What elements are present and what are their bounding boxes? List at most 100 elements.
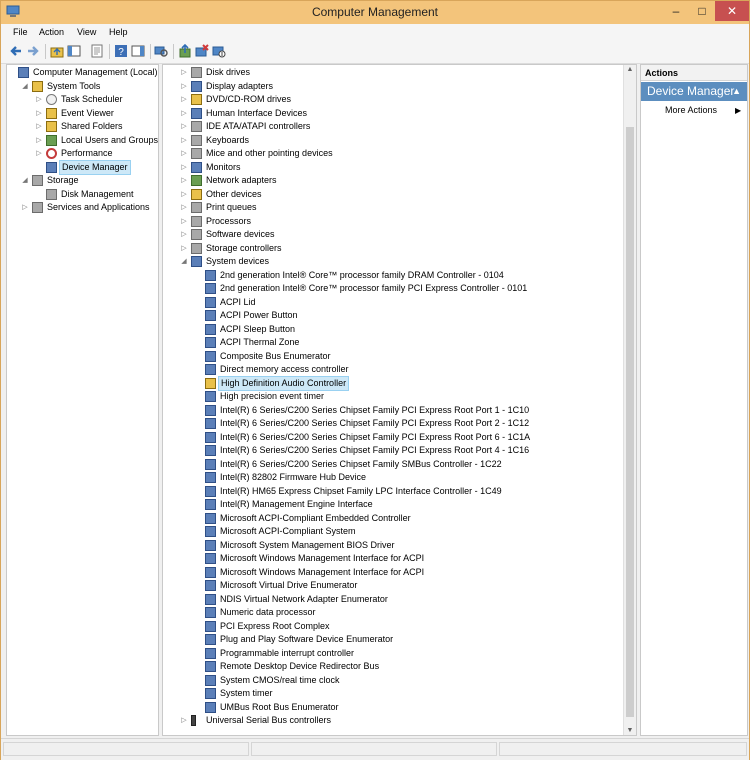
menu-file[interactable]: File <box>13 27 28 37</box>
scan-hardware-icon[interactable] <box>154 44 168 58</box>
expander-icon[interactable]: ▷ <box>180 201 188 214</box>
expander-icon[interactable]: ▷ <box>180 134 188 147</box>
up-folder-icon[interactable] <box>50 44 64 58</box>
device-tree-item[interactable]: 2nd generation Intel® Core™ processor fa… <box>163 282 623 295</box>
device-tree-item[interactable]: Intel(R) 82802 Firmware Hub Device <box>163 471 623 484</box>
device-tree-item[interactable]: ▷ Mice and other pointing devices <box>163 147 623 160</box>
device-tree-item[interactable]: Remote Desktop Device Redirector Bus <box>163 660 623 673</box>
expander-icon[interactable]: ▷ <box>35 107 43 120</box>
device-tree-item[interactable]: Intel(R) 6 Series/C200 Series Chipset Fa… <box>163 458 623 471</box>
console-tree-item[interactable]: Computer Management (Local) <box>7 66 158 79</box>
device-tree-item[interactable]: ▷ Monitors <box>163 161 623 174</box>
expander-icon[interactable]: ▷ <box>180 120 188 133</box>
device-tree-item[interactable]: High Definition Audio Controller <box>163 375 623 391</box>
expander-icon[interactable]: ▷ <box>180 714 188 727</box>
console-tree-item[interactable]: ◢ System Tools <box>7 80 157 93</box>
expander-icon[interactable]: ▷ <box>35 147 43 160</box>
expander-icon[interactable]: ▷ <box>180 147 188 160</box>
device-tree-item[interactable]: ▷ Display adapters <box>163 80 623 93</box>
expander-icon[interactable]: ▷ <box>180 215 188 228</box>
device-tree-item[interactable]: ACPI Sleep Button <box>163 323 623 336</box>
console-tree-item[interactable]: ◢ Storage <box>7 174 157 187</box>
expander-icon[interactable]: ▷ <box>180 188 188 201</box>
close-button[interactable]: ✕ <box>715 1 749 21</box>
device-tree-item[interactable]: ▷ Print queues <box>163 201 623 214</box>
device-tree-item[interactable]: ▷ Keyboards <box>163 134 623 147</box>
device-tree-item[interactable]: ▷ Processors <box>163 215 623 228</box>
menu-view[interactable]: View <box>77 27 96 37</box>
device-tree-item[interactable]: ▷ Other devices <box>163 188 623 201</box>
device-tree-item[interactable]: Programmable interrupt controller <box>163 647 623 660</box>
device-tree-item[interactable]: Microsoft ACPI-Compliant System <box>163 525 623 538</box>
device-tree-item[interactable]: Microsoft System Management BIOS Driver <box>163 539 623 552</box>
device-tree-item[interactable]: ACPI Thermal Zone <box>163 336 623 349</box>
device-tree-item[interactable]: UMBus Root Bus Enumerator <box>163 701 623 714</box>
expander-icon[interactable]: ▷ <box>21 201 29 214</box>
device-tree-item[interactable]: Microsoft Windows Management Interface f… <box>163 552 623 565</box>
console-tree-item[interactable]: ▷ Task Scheduler <box>7 93 157 106</box>
device-tree-item[interactable]: High precision event timer <box>163 390 623 403</box>
console-tree-item[interactable]: ▷ Shared Folders <box>7 120 157 133</box>
console-tree-item[interactable]: ▷ Performance <box>7 147 157 160</box>
expander-icon[interactable]: ▷ <box>35 93 43 106</box>
device-tree-item[interactable]: ACPI Lid <box>163 296 623 309</box>
expander-icon[interactable]: ▷ <box>180 66 188 79</box>
update-driver-icon[interactable] <box>178 44 192 58</box>
device-tree-item[interactable]: Numeric data processor <box>163 606 623 619</box>
scroll-up-icon[interactable]: ▲ <box>624 66 636 73</box>
device-tree-item[interactable]: Plug and Play Software Device Enumerator <box>163 633 623 646</box>
device-tree-item[interactable]: ▷ DVD/CD-ROM drives <box>163 93 623 106</box>
console-tree-item[interactable]: Disk Management <box>7 188 157 201</box>
device-tree-item[interactable]: Intel(R) Management Engine Interface <box>163 498 623 511</box>
console-tree-item[interactable]: ▷ Local Users and Groups <box>7 134 158 147</box>
minimize-button[interactable]: – <box>663 1 689 21</box>
device-tree-item[interactable]: Intel(R) 6 Series/C200 Series Chipset Fa… <box>163 444 623 457</box>
device-tree-item[interactable]: System timer <box>163 687 623 700</box>
expander-icon[interactable]: ▷ <box>35 120 43 133</box>
device-manager-action-section[interactable]: Device Manager ▲ <box>641 82 747 101</box>
expander-icon[interactable]: ▷ <box>35 134 43 147</box>
device-tree-item[interactable]: Direct memory access controller <box>163 363 623 376</box>
device-tree-item[interactable]: Microsoft Windows Management Interface f… <box>163 566 623 579</box>
device-tree-item[interactable]: PCI Express Root Complex <box>163 620 623 633</box>
device-tree-item[interactable]: Intel(R) 6 Series/C200 Series Chipset Fa… <box>163 417 623 430</box>
expander-icon[interactable]: ▷ <box>180 242 188 255</box>
expander-icon[interactable]: ▷ <box>180 107 188 120</box>
device-tree-item[interactable]: Composite Bus Enumerator <box>163 350 623 363</box>
console-tree-item[interactable]: Device Manager <box>7 159 157 175</box>
collapse-caret-icon[interactable]: ▲ <box>732 82 741 101</box>
device-tree-item[interactable]: ◢ System devices <box>163 255 623 268</box>
expander-icon[interactable]: ◢ <box>180 255 188 268</box>
disable-device-icon[interactable] <box>212 44 226 58</box>
menu-help[interactable]: Help <box>109 27 128 37</box>
device-tree-item[interactable]: ▷ Universal Serial Bus controllers <box>163 714 623 727</box>
vertical-scrollbar[interactable]: ▲ ▼ <box>623 65 636 735</box>
properties-icon[interactable] <box>90 44 104 58</box>
console-tree-item[interactable]: ▷ Services and Applications <box>7 201 157 214</box>
show-hide-action-pane-icon[interactable] <box>131 44 145 58</box>
device-tree-item[interactable]: ▷ Disk drives <box>163 66 623 79</box>
device-tree-item[interactable]: NDIS Virtual Network Adapter Enumerator <box>163 593 623 606</box>
uninstall-device-icon[interactable] <box>195 44 209 58</box>
more-actions-item[interactable]: More Actions ▶ <box>665 104 741 117</box>
expander-icon[interactable]: ▷ <box>180 161 188 174</box>
device-tree-item[interactable]: ▷ Storage controllers <box>163 242 623 255</box>
console-tree-item[interactable]: ▷ Event Viewer <box>7 107 157 120</box>
device-tree-item[interactable]: 2nd generation Intel® Core™ processor fa… <box>163 269 623 282</box>
device-tree-item[interactable]: Intel(R) 6 Series/C200 Series Chipset Fa… <box>163 431 623 444</box>
show-hide-tree-icon[interactable] <box>67 44 81 58</box>
device-tree-item[interactable]: Intel(R) HM65 Express Chipset Family LPC… <box>163 485 623 498</box>
help-icon[interactable]: ? <box>114 44 128 58</box>
device-tree-item[interactable]: ▷ IDE ATA/ATAPI controllers <box>163 120 623 133</box>
expander-icon[interactable]: ▷ <box>180 80 188 93</box>
expander-icon[interactable]: ▷ <box>180 174 188 187</box>
device-tree-item[interactable]: ACPI Power Button <box>163 309 623 322</box>
scrollbar-thumb[interactable] <box>626 127 634 717</box>
title-bar[interactable]: Computer Management – □ ✕ <box>1 1 749 24</box>
device-tree-item[interactable]: ▷ Software devices <box>163 228 623 241</box>
device-tree-item[interactable]: ▷ Network adapters <box>163 174 623 187</box>
device-tree-item[interactable]: System CMOS/real time clock <box>163 674 623 687</box>
expander-icon[interactable]: ◢ <box>21 174 29 187</box>
scroll-down-icon[interactable]: ▼ <box>624 727 636 734</box>
device-tree-item[interactable]: Microsoft Virtual Drive Enumerator <box>163 579 623 592</box>
